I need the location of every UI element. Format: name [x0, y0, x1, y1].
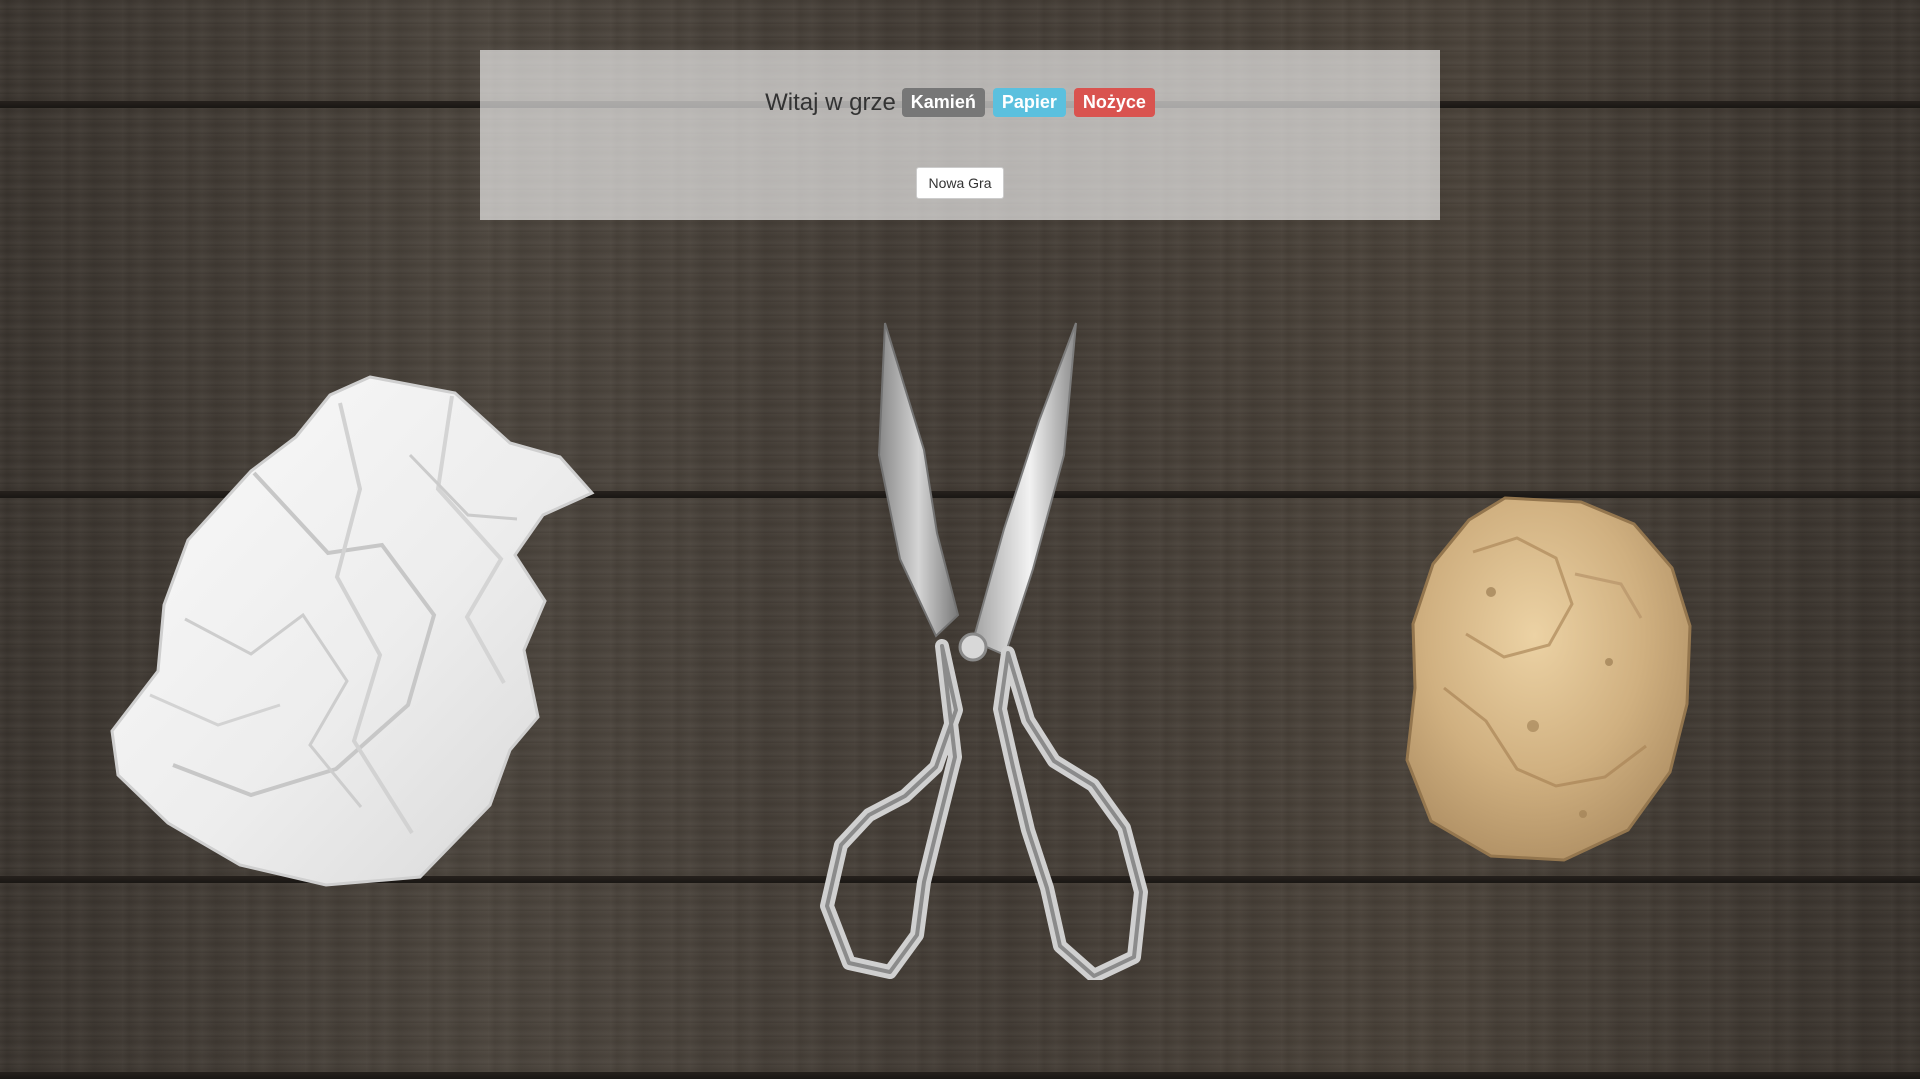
- panel-header: Witaj w grze Kamień Papier Nożyce: [480, 88, 1440, 117]
- game-panel: Witaj w grze Kamień Papier Nożyce Nowa G…: [480, 50, 1440, 220]
- scissors-icon: [820, 322, 1148, 980]
- crumpled-paper-icon: [110, 375, 595, 887]
- new-game-button[interactable]: Nowa Gra: [916, 167, 1004, 199]
- paper-choice-label[interactable]: Papier: [992, 88, 1066, 117]
- rock-icon: [1405, 496, 1692, 862]
- scissors-choice-label[interactable]: Nożyce: [1073, 88, 1155, 117]
- welcome-title: Witaj w grze: [765, 88, 896, 116]
- rock-choice-label[interactable]: Kamień: [901, 88, 985, 117]
